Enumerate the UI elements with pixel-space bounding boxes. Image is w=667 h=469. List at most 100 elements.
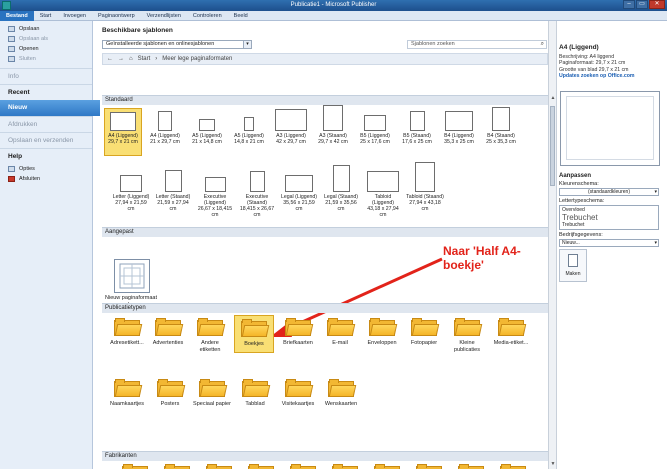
template-tile[interactable]: B4 (Liggend) 35,3 x 25 cm [440, 108, 478, 145]
nav-opslaan-als[interactable]: Opslaan als [0, 34, 92, 44]
pubtype-folder[interactable]: Enveloppen [362, 318, 402, 347]
back-button[interactable]: ← [107, 56, 113, 62]
business-info-dropdown[interactable]: Nieuw... ▾ [559, 239, 659, 247]
search-icon[interactable]: ⌕ [541, 41, 544, 48]
create-button[interactable]: Maken [559, 249, 587, 282]
breadcrumb-home[interactable]: Start [138, 56, 151, 62]
template-tile[interactable]: Legal (Liggend) 35,56 x 21,59 cm [280, 169, 318, 212]
nav-opslaan[interactable]: Opslaan [0, 24, 92, 34]
pubtype-folder[interactable]: Briefkaarten [278, 318, 318, 347]
pubtype-folder[interactable]: Andere etiketten [190, 318, 230, 353]
gallery-scrollbar[interactable]: ▲ ▼ [548, 21, 556, 469]
tab-start[interactable]: Start [34, 11, 58, 21]
template-tile[interactable]: B5 (Staand) 17,6 x 25 cm [398, 108, 436, 145]
page-thumbnail [323, 105, 343, 131]
pubtype-folder[interactable]: E-mail [320, 318, 360, 347]
template-tile[interactable]: A5 (Liggend) 21 x 14,8 cm [188, 108, 226, 145]
folder-icon [411, 318, 440, 336]
nav-opslaan-verzenden[interactable]: Opslaan en verzenden [0, 132, 92, 148]
pubtype-folder[interactable]: Kleine publicaties [447, 318, 487, 353]
page-thumbnail [285, 175, 313, 192]
template-tile[interactable]: A3 (Liggend) 42 x 29,7 cm [272, 108, 310, 145]
nav-nieuw[interactable]: Nieuw [0, 100, 100, 116]
tab-verzendlijsten[interactable]: Verzendlijsten [141, 11, 187, 21]
home-icon[interactable]: ⌂ [129, 56, 133, 62]
folder-icon[interactable] [409, 464, 449, 469]
pubtype-folder[interactable]: Visitekaartjes [278, 379, 318, 408]
pubtype-folder[interactable]: Adresetikett... [107, 318, 147, 347]
folder-label: Tabblad [245, 401, 265, 407]
nav-sluiten[interactable]: Sluiten [0, 54, 92, 64]
chevron-down-icon[interactable]: ▾ [654, 189, 657, 195]
custom-page-icon [119, 263, 145, 289]
template-tile[interactable]: A4 (Liggend) 29,7 x 21 cm [104, 108, 142, 156]
template-tile[interactable]: Legal (Staand) 21,59 x 35,56 cm [322, 165, 360, 212]
tab-controleren[interactable]: Controleren [187, 11, 228, 21]
scrollbar-thumb[interactable] [550, 106, 555, 186]
pubtype-folder[interactable]: Wenskaarten [321, 379, 361, 408]
pubtype-folder[interactable]: Media-etiket... [491, 318, 531, 347]
color-scheme-dropdown[interactable]: (standaardkleuren) ▾ [559, 188, 659, 196]
template-tile[interactable]: Letter (Liggend) 27,94 x 21,59 cm [112, 169, 150, 212]
page-thumbnail [332, 165, 350, 192]
nav-recent[interactable]: Recent [0, 84, 92, 100]
folder-icon[interactable] [157, 464, 197, 469]
save-as-icon [8, 36, 15, 42]
forward-button[interactable]: → [118, 56, 124, 62]
folder-icon[interactable] [241, 464, 281, 469]
nav-openen[interactable]: Openen [0, 44, 92, 54]
folder-label: Speciaal papier [193, 401, 231, 407]
folder-icon[interactable] [493, 464, 533, 469]
pubtype-folder[interactable]: Advertenties [148, 318, 188, 347]
template-tile[interactable]: A3 (Staand) 29,7 x 42 cm [314, 105, 352, 145]
updates-link[interactable]: Updates zoeken op Office.com [559, 73, 635, 79]
tile-size: 21,59 x 27,94 cm [157, 200, 189, 212]
folder-icon[interactable] [325, 464, 365, 469]
template-search-input[interactable]: Sjablonen zoeken ⌕ [407, 40, 547, 49]
chevron-down-icon[interactable]: ▾ [243, 41, 251, 48]
pubtype-folder[interactable]: Naamkaartjes [107, 379, 147, 408]
nav-info[interactable]: Info [0, 68, 92, 84]
template-tile[interactable]: Tabloid (Liggend) 43,18 x 27,94 cm [364, 169, 402, 218]
folder-icon[interactable] [367, 464, 407, 469]
tab-beeld[interactable]: Beeld [228, 11, 254, 21]
pubtype-folder[interactable]: Posters [150, 379, 190, 408]
close-window-button[interactable]: ✕ [649, 0, 665, 9]
chevron-down-icon[interactable]: ▾ [654, 240, 657, 246]
pubtype-folder[interactable]: Fotopapier [404, 318, 444, 347]
pubtype-folder[interactable]: Speciaal papier [192, 379, 232, 408]
template-tile[interactable]: A4 (Liggend) 21 x 29,7 cm [146, 108, 184, 145]
template-tile[interactable]: Letter (Staand) 21,59 x 27,94 cm [154, 169, 192, 212]
page-thumbnail [415, 162, 435, 192]
folder-icon [498, 318, 527, 336]
template-tile[interactable]: Executive (Liggend) 26,67 x 18,415 cm [196, 169, 234, 218]
selected-template-title: A4 (Liggend) [559, 44, 599, 51]
info-line: Grootte van blad 29,7 x 21 cm [559, 66, 629, 73]
minimize-button[interactable]: – [623, 0, 635, 9]
template-tile[interactable]: A5 (Liggend) 14,8 x 21 cm [230, 108, 268, 145]
nav-help[interactable]: Help [0, 148, 92, 164]
folder-icon[interactable] [283, 464, 323, 469]
folder-icon[interactable] [115, 464, 155, 469]
nav-afsluiten[interactable]: Afsluiten [0, 174, 92, 184]
template-source-dropdown[interactable]: Geïnstalleerde sjablonen en onlinesjablo… [102, 40, 252, 49]
tab-bestand[interactable]: Bestand [0, 10, 34, 21]
folder-icon[interactable] [199, 464, 239, 469]
template-tile[interactable]: Executive (Staand) 18,415 x 26,67 cm [238, 169, 276, 218]
nav-opties[interactable]: Opties [0, 164, 92, 174]
tab-paginaontwerp[interactable]: Paginaontwerp [92, 11, 141, 21]
tab-invoegen[interactable]: Invoegen [57, 11, 92, 21]
tile-name: Executive (Staand) [245, 194, 269, 206]
maximize-button[interactable]: ▭ [636, 0, 648, 9]
folder-icon[interactable] [451, 464, 491, 469]
custom-size-thumbnail[interactable] [114, 259, 150, 293]
pubtype-folder[interactable]: Tabblad [235, 379, 275, 408]
template-tile[interactable]: B4 (Staand) 25 x 35,3 cm [482, 107, 520, 145]
template-tile[interactable]: B5 (Liggend) 25 x 17,6 cm [356, 108, 394, 145]
template-tile[interactable]: Tabloid (Staand) 27,94 x 43,18 cm [406, 162, 444, 212]
font-scheme-dropdown[interactable]: Overvloed Trebuchet Trebuchet [559, 205, 659, 230]
page-thumbnail [445, 111, 473, 131]
pubtype-folder-boekjes[interactable]: Boekjes [234, 315, 274, 353]
search-placeholder: Sjablonen zoeken [411, 41, 455, 47]
nav-afdrukken[interactable]: Afdrukken [0, 116, 92, 132]
